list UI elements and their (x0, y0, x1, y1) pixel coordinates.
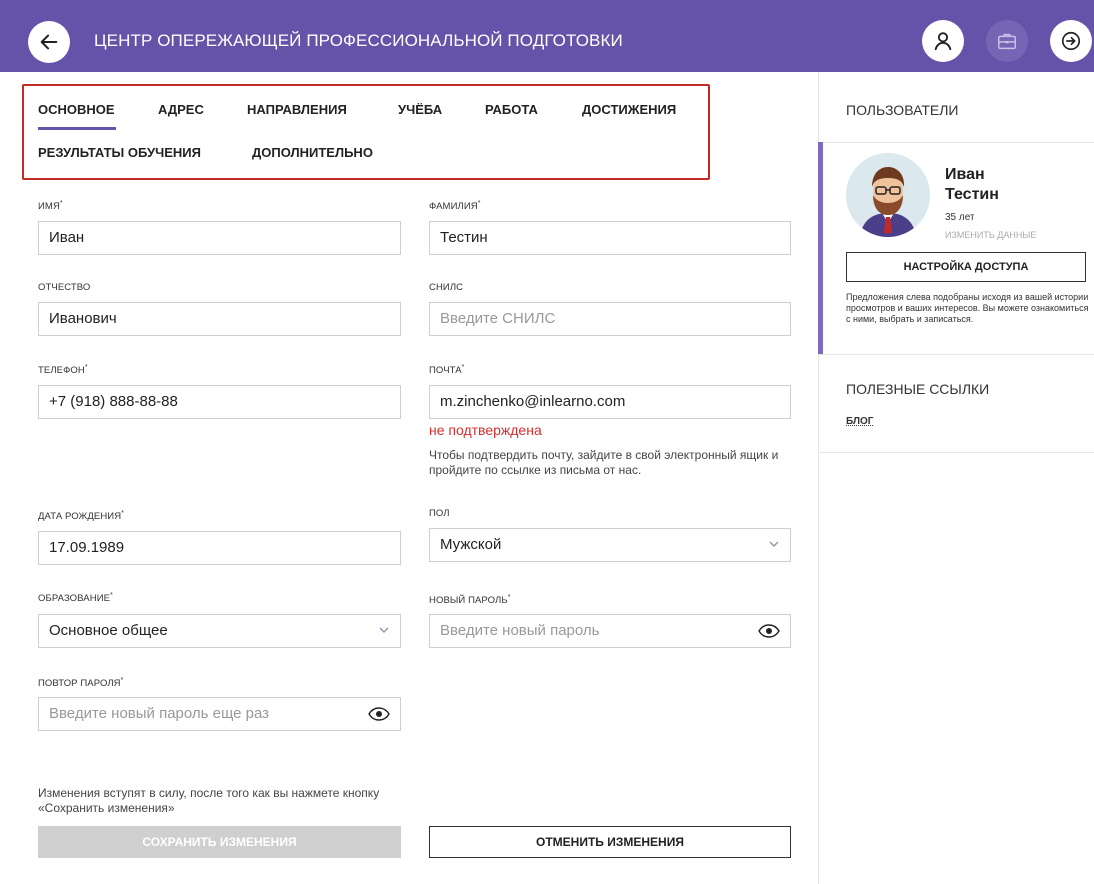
email-unverified-status: не подтверждена (429, 422, 542, 438)
education-label: ОБРАЗОВАНИЕ* (38, 592, 113, 605)
active-tab-indicator (38, 127, 116, 130)
eye-icon[interactable] (758, 623, 780, 639)
patronymic-field[interactable]: Иванович (38, 302, 401, 336)
snils-label: СНИЛС (429, 282, 464, 293)
eye-icon[interactable] (368, 706, 390, 722)
edit-user-link[interactable]: ИЗМЕНИТЬ ДАННЫЕ (945, 230, 1036, 240)
top-bar: ЦЕНТР ОПЕРЕЖАЮЩЕЙ ПРОФЕССИОНАЛЬНОЙ ПОДГО… (0, 0, 1094, 72)
birth-date-field[interactable]: 17.09.1989 (38, 531, 401, 565)
tab-learning-results[interactable]: РЕЗУЛЬТАТЫ ОБУЧЕНИЯ (38, 145, 201, 160)
user-icon (934, 32, 952, 51)
patronymic-label: ОТЧЕСТВО (38, 282, 91, 293)
access-settings-button[interactable]: НАСТРОЙКА ДОСТУПА (846, 252, 1086, 282)
tab-address[interactable]: АДРЕС (158, 102, 204, 117)
user-card-accent (818, 142, 823, 354)
logout-icon (1061, 31, 1081, 51)
tab-main[interactable]: ОСНОВНОЕ (38, 102, 115, 117)
sidebar-separator (819, 142, 1094, 143)
tab-study[interactable]: УЧЁБА (398, 102, 442, 117)
back-arrow-icon (40, 34, 58, 50)
repeat-password-field[interactable]: Введите новый пароль еще раз (38, 697, 401, 731)
app-title: ЦЕНТР ОПЕРЕЖАЮЩЕЙ ПРОФЕССИОНАЛЬНОЙ ПОДГО… (94, 31, 623, 50)
cancel-button[interactable]: ОТМЕНИТЬ ИЗМЕНЕНИЯ (429, 826, 791, 858)
email-field[interactable]: m.zinchenko@inlearno.com (429, 385, 791, 419)
tab-directions[interactable]: НАПРАВЛЕНИЯ (247, 102, 347, 117)
save-note: Изменения вступят в силу, после того как… (38, 786, 380, 815)
gender-select[interactable]: Мужской (429, 528, 791, 562)
repeat-password-label: ПОВТОР ПАРОЛЯ* (38, 677, 124, 690)
snils-field[interactable]: Введите СНИЛС (429, 302, 791, 336)
back-button[interactable] (28, 21, 70, 63)
tab-achievements[interactable]: ДОСТИЖЕНИЯ (582, 102, 676, 117)
first-name-label: ИМЯ* (38, 200, 63, 213)
email-label: ПОЧТА* (429, 364, 465, 377)
logout-button[interactable] (1050, 20, 1092, 62)
sidebar-separator (819, 452, 1094, 453)
users-title: ПОЛЬЗОВАТЕЛИ (846, 102, 959, 118)
portfolio-button[interactable] (986, 20, 1028, 62)
profile-button[interactable] (922, 20, 964, 62)
education-value: Основное общее (49, 622, 168, 639)
briefcase-icon (998, 33, 1016, 50)
birth-date-label: ДАТА РОЖДЕНИЯ* (38, 510, 125, 523)
new-password-placeholder: Введите новый пароль (440, 622, 600, 639)
tab-work[interactable]: РАБОТА (485, 102, 538, 117)
tab-additional[interactable]: ДОПОЛНИТЕЛЬНО (252, 145, 373, 160)
phone-field[interactable]: +7 (918) 888-88-88 (38, 385, 401, 419)
sidebar-separator (819, 354, 1094, 355)
blog-link[interactable]: БЛОГ (846, 416, 873, 427)
save-button[interactable]: СОХРАНИТЬ ИЗМЕНЕНИЯ (38, 826, 401, 858)
recommendations-description: Предложения слева подобраны исходя из ва… (846, 292, 1089, 324)
new-password-field[interactable]: Введите новый пароль (429, 614, 791, 648)
gender-label: ПОЛ (429, 508, 450, 519)
user-name: Иван Тестин (945, 166, 999, 203)
last-name-field[interactable]: Тестин (429, 221, 791, 255)
repeat-password-placeholder: Введите новый пароль еще раз (49, 705, 270, 722)
first-name-field[interactable]: Иван (38, 221, 401, 255)
new-password-label: НОВЫЙ ПАРОЛЬ* (429, 594, 511, 607)
phone-label: ТЕЛЕФОН* (38, 364, 88, 377)
tabs-highlight-box (22, 84, 710, 180)
chevron-down-icon (769, 541, 779, 547)
gender-value: Мужской (440, 536, 502, 553)
last-name-label: ФАМИЛИЯ* (429, 200, 481, 213)
email-verify-hint: Чтобы подтвердить почту, зайдите в свой … (429, 448, 779, 477)
useful-links-title: ПОЛЕЗНЫЕ ССЫЛКИ (846, 381, 990, 397)
user-age: 35 лет (945, 212, 975, 223)
education-select[interactable]: Основное общее (38, 614, 401, 648)
avatar (846, 153, 930, 237)
chevron-down-icon (379, 627, 389, 633)
